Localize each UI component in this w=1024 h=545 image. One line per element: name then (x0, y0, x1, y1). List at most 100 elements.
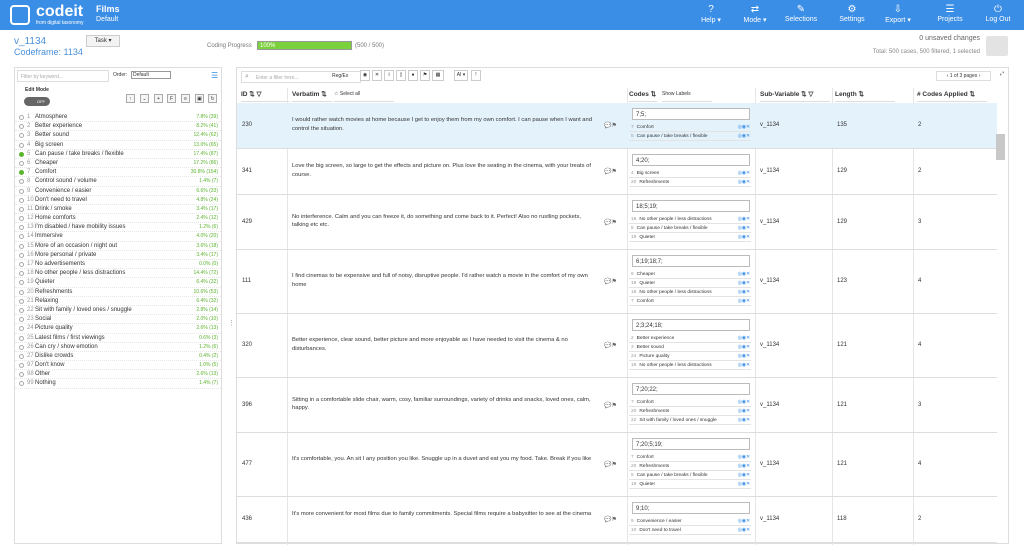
table-row[interactable]: 436 It's more convenient for most films d… (237, 497, 997, 543)
keyboard-icon[interactable]: ▦ (432, 70, 444, 81)
remove-code-icon[interactable]: ◎◉✕ (738, 462, 750, 471)
circle-icon[interactable] (19, 216, 24, 222)
code-list-item[interactable]: 12 Home comforts 2.4% (12) (15, 214, 221, 224)
remove-code-icon[interactable]: ◎◉✕ (738, 215, 750, 224)
hide-icon[interactable]: ✕ (372, 70, 382, 81)
codes-input[interactable]: 2;3;24;18; (632, 319, 750, 331)
remove-code-icon[interactable]: ◎◉✕ (738, 361, 750, 370)
circle-icon[interactable] (19, 280, 24, 286)
comment-flag-icon[interactable]: 💬⚑ (604, 278, 617, 285)
code-list-item[interactable]: 17 No advertisements 0.0% (0) (15, 260, 221, 270)
checked-circle-icon[interactable] (19, 170, 24, 176)
code-list-item[interactable]: 3 Better sound 12.4% (62) (15, 131, 221, 141)
table-row[interactable]: 429 No interference. Calm and you can fre… (237, 195, 997, 250)
code-list-item[interactable]: 1 Atmosphere 7.8% (39) (15, 113, 221, 123)
circle-icon[interactable] (19, 372, 24, 378)
code-list-item[interactable]: 24 Picture quality 2.6% (13) (15, 324, 221, 334)
list-icon[interactable]: ≡ (181, 94, 190, 103)
code-list-item[interactable]: 27 Dislike crowds 0.4% (2) (15, 352, 221, 362)
remove-code-icon[interactable]: ◎◉✕ (738, 224, 750, 233)
code-list-item[interactable]: 25 Latest films / first viewings 0.6% (3) (15, 334, 221, 343)
remove-code-icon[interactable]: ◎◉✕ (738, 288, 750, 297)
comment-flag-icon[interactable]: 💬⚑ (604, 516, 617, 523)
remove-code-icon[interactable]: ◎◉✕ (738, 398, 750, 407)
panel-resize-handle[interactable]: ⋮ (228, 319, 235, 327)
remove-code-icon[interactable]: ◎◉✕ (738, 297, 750, 306)
regex-toggle[interactable]: Reg/Ex (332, 73, 348, 79)
circle-icon[interactable] (19, 271, 24, 277)
save-icon[interactable]: ▣ (195, 94, 204, 103)
sort-icon[interactable]: ↑ (126, 94, 135, 103)
code-list-item[interactable]: 99 Nothing 1.4% (7) (15, 379, 221, 389)
comment-flag-icon[interactable]: 💬⚑ (604, 342, 617, 349)
table-row[interactable]: 477 It's comfortable, you. An sit I any p… (237, 433, 997, 497)
codes-input[interactable]: 7;5; (632, 108, 750, 120)
nav-selections-button[interactable]: ✎ Selections (776, 0, 826, 30)
circle-icon[interactable] (19, 298, 24, 304)
chevron-down-icon[interactable]: ⌄ (140, 94, 149, 103)
circle-icon[interactable] (19, 344, 24, 350)
code-list-item[interactable]: 23 Social 2.0% (10) (15, 315, 221, 325)
code-list-item[interactable]: 6 Cheaper 17.2% (86) (15, 159, 221, 169)
info-icon[interactable]: i (384, 70, 394, 81)
code-list-item[interactable]: 15 More of an occasion / night out 3.6% (1… (15, 242, 221, 251)
remove-code-icon[interactable]: ◎◉✕ (738, 169, 750, 178)
circle-icon[interactable] (19, 133, 24, 139)
eye-icon[interactable]: ◉ (360, 70, 370, 81)
code-list-item[interactable]: 98 Other 2.6% (13) (15, 370, 221, 380)
col-subvariable-header[interactable]: Sub-Variable ⇅ ▽ (760, 88, 830, 102)
pagination[interactable]: ‹ 1 of 3 pages › (936, 71, 991, 81)
ai-dropdown[interactable]: AI ▾ (454, 70, 468, 81)
table-row[interactable]: 320 Better experience, clear sound, bette… (237, 314, 997, 378)
circle-icon[interactable] (19, 225, 24, 231)
circle-icon[interactable] (19, 115, 24, 120)
remove-code-icon[interactable]: ◎◉✕ (738, 352, 750, 361)
code-list-item[interactable]: 4 Big screen 13.0% (65) (15, 141, 221, 150)
code-list-item[interactable]: 16 More personal / private 3.4% (17) (15, 251, 221, 260)
remove-code-icon[interactable]: ◎◉✕ (738, 233, 750, 242)
warning-icon[interactable]: ! (471, 70, 481, 81)
col-id-header[interactable]: ID ⇅ ▽ (241, 88, 289, 102)
comment-flag-icon[interactable]: 💬⚑ (604, 219, 617, 226)
save-button[interactable] (986, 36, 1008, 56)
remove-code-icon[interactable]: ◎◉✕ (738, 279, 750, 288)
code-list-item[interactable]: 8 Control sound / volume 1.4% (7) (15, 177, 221, 187)
menu-icon[interactable]: ☰ (211, 71, 218, 80)
col-ncodes-header[interactable]: # Codes Applied ⇅ (917, 88, 987, 102)
col-length-header[interactable]: Length ⇅ (835, 88, 895, 102)
circle-icon[interactable] (19, 197, 24, 203)
code-list-item[interactable]: 13 I'm disabled / have mobility issues 1.2… (15, 223, 221, 233)
col-verbatim-header[interactable]: Verbatim ⇅ (292, 88, 332, 102)
scrollbar-thumb[interactable] (996, 134, 1005, 160)
refresh-icon[interactable]: ↻ (208, 94, 217, 103)
expand-icon[interactable]: ⤢ (997, 70, 1007, 81)
task-button[interactable]: Task ▾ (86, 35, 120, 47)
nav-settings-button[interactable]: ⚙ Settings (827, 0, 877, 30)
remove-code-icon[interactable]: ◎◉✕ (738, 343, 750, 352)
circle-icon[interactable] (19, 381, 24, 387)
code-list-item[interactable]: 22 Sit with family / loved ones / snuggle… (15, 306, 221, 316)
code-list-item[interactable]: 9 Convenience / easier 6.6% (33) (15, 187, 221, 196)
remove-code-icon[interactable]: ◎◉✕ (738, 526, 750, 535)
code-list-item[interactable]: 14 Immersive 4.0% (20) (15, 232, 221, 242)
keyword-filter-input[interactable]: Filter by keyword... (17, 70, 109, 82)
bookmark-icon[interactable]: ⚑ (420, 70, 430, 81)
edit-mode-toggle[interactable]: OFF (24, 97, 50, 106)
codes-input[interactable]: 9;10; (632, 502, 750, 514)
comment-flag-icon[interactable]: 💬⚑ (604, 461, 617, 468)
circle-icon[interactable] (19, 234, 24, 240)
code-list-item[interactable]: 11 Drink / smoke 3.4% (17) (15, 205, 221, 215)
nav-logout-button[interactable]: ⏻ Log Out (973, 0, 1023, 30)
code-list-item[interactable]: 97 Don't know 1.0% (5) (15, 361, 221, 371)
codes-input[interactable]: 18;5;19; (632, 200, 750, 212)
comment-flag-icon[interactable]: 💬⚑ (604, 168, 617, 175)
comment-flag-icon[interactable]: 💬⚑ (604, 122, 617, 129)
codes-input[interactable]: 7;20;22; (632, 383, 750, 395)
codes-input[interactable]: 7;20;5;19; (632, 438, 750, 450)
user-icon[interactable]: ● (408, 70, 418, 81)
nav-projects-button[interactable]: ☰ Projects (925, 0, 975, 30)
circle-icon[interactable] (19, 160, 24, 166)
show-labels-toggle[interactable]: Show Labels (662, 88, 712, 102)
circle-icon[interactable] (19, 243, 24, 249)
remove-code-icon[interactable]: ◎◉✕ (738, 178, 750, 187)
